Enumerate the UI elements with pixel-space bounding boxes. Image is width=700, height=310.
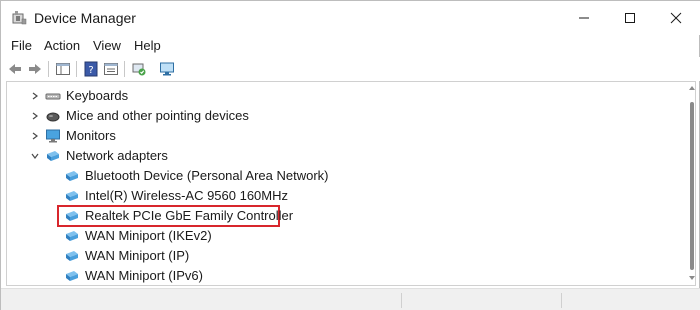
- svg-text:?: ?: [88, 65, 93, 76]
- show-hide-console-tree-icon: [56, 63, 70, 75]
- network-adapter-icon: [47, 151, 59, 161]
- status-divider: [561, 293, 562, 308]
- window-title: Device Manager: [34, 10, 136, 26]
- chevron-right-icon[interactable]: [29, 110, 41, 122]
- keyboard-icon: [45, 93, 61, 100]
- tree-item-label: WAN Miniport (IP): [85, 248, 190, 263]
- scroll-thumb[interactable]: [690, 102, 694, 270]
- monitor-icon: [46, 129, 60, 143]
- forward-arrow-icon: [29, 64, 41, 74]
- tree-item-wan-ipv6[interactable]: WAN Miniport (IPv6): [7, 266, 677, 285]
- menu-action[interactable]: Action: [44, 38, 80, 53]
- scan-hardware-icon: [132, 63, 146, 76]
- tree-item-monitors[interactable]: Monitors: [7, 126, 677, 146]
- device-tree[interactable]: Keyboards Mice and other pointing device…: [6, 81, 696, 286]
- tree-item-keyboards[interactable]: Keyboards: [7, 86, 677, 106]
- tree-item-label: WAN Miniport (IKEv2): [85, 228, 212, 243]
- scroll-up-icon[interactable]: [689, 86, 695, 90]
- monitor-button[interactable]: [158, 60, 176, 78]
- tree-item-label: Monitors: [66, 128, 116, 143]
- close-icon: [670, 12, 682, 24]
- tree-item-intel-wireless[interactable]: Intel(R) Wireless-AC 9560 160MHz: [7, 186, 677, 206]
- tree-item-realtek-gbe[interactable]: Realtek PCIe GbE Family Controller: [7, 205, 677, 227]
- help-icon: ?: [84, 61, 98, 77]
- status-bar: [1, 288, 700, 310]
- scan-hardware-button[interactable]: [130, 60, 148, 78]
- chevron-right-icon[interactable]: [29, 90, 41, 102]
- menu-help[interactable]: Help: [134, 38, 161, 53]
- maximize-icon: [625, 13, 635, 23]
- tree-item-wan-ip[interactable]: WAN Miniport (IP): [7, 246, 677, 266]
- close-button[interactable]: [653, 1, 699, 35]
- tree-item-bluetooth-pan[interactable]: Bluetooth Device (Personal Area Network): [7, 166, 677, 186]
- help-button[interactable]: ?: [82, 60, 100, 78]
- monitor-icon: [160, 62, 174, 76]
- mouse-icon: [46, 112, 60, 122]
- network-adapter-icon: [66, 171, 78, 181]
- tree-item-label: Realtek PCIe GbE Family Controller: [85, 208, 294, 223]
- tree-item-label: WAN Miniport (IPv6): [85, 268, 203, 283]
- network-adapter-icon: [66, 271, 78, 281]
- tree-item-label: Network adapters: [66, 148, 168, 163]
- properties-button[interactable]: [102, 60, 120, 78]
- device-manager-app-icon: [12, 11, 27, 25]
- network-adapter-icon: [66, 191, 78, 201]
- menu-file[interactable]: File: [11, 38, 32, 53]
- chevron-right-icon[interactable]: [29, 130, 41, 142]
- chevron-down-icon[interactable]: [29, 150, 41, 162]
- network-adapter-icon: [66, 251, 78, 261]
- scroll-down-icon[interactable]: [689, 276, 695, 280]
- tree-item-label: Intel(R) Wireless-AC 9560 160MHz: [85, 188, 289, 203]
- forward-button[interactable]: [26, 60, 44, 78]
- maximize-button[interactable]: [607, 1, 653, 35]
- device-manager-window: Device Manager File Action View Help ? K…: [0, 0, 700, 310]
- tree-item-mice[interactable]: Mice and other pointing devices: [7, 106, 677, 126]
- title-bar: Device Manager: [1, 1, 700, 35]
- show-hide-console-tree-button[interactable]: [54, 60, 72, 78]
- vertical-scrollbar[interactable]: [688, 82, 695, 285]
- tree-item-label: Keyboards: [66, 88, 129, 103]
- properties-icon: [104, 63, 118, 75]
- minimize-button[interactable]: [561, 1, 607, 35]
- minimize-icon: [579, 17, 589, 19]
- toolbar: ?: [1, 57, 700, 81]
- network-adapter-icon: [66, 231, 78, 241]
- menu-view[interactable]: View: [93, 38, 121, 53]
- status-divider: [401, 293, 402, 308]
- tree-item-label: Mice and other pointing devices: [66, 108, 249, 123]
- tree-item-label: Bluetooth Device (Personal Area Network): [85, 168, 329, 183]
- menu-bar: File Action View Help: [1, 35, 700, 57]
- back-arrow-icon: [9, 64, 21, 74]
- network-adapter-icon: [66, 211, 78, 221]
- tree-item-wan-ikev2[interactable]: WAN Miniport (IKEv2): [7, 226, 677, 246]
- back-button[interactable]: [6, 60, 24, 78]
- tree-item-network-adapters[interactable]: Network adapters: [7, 146, 677, 166]
